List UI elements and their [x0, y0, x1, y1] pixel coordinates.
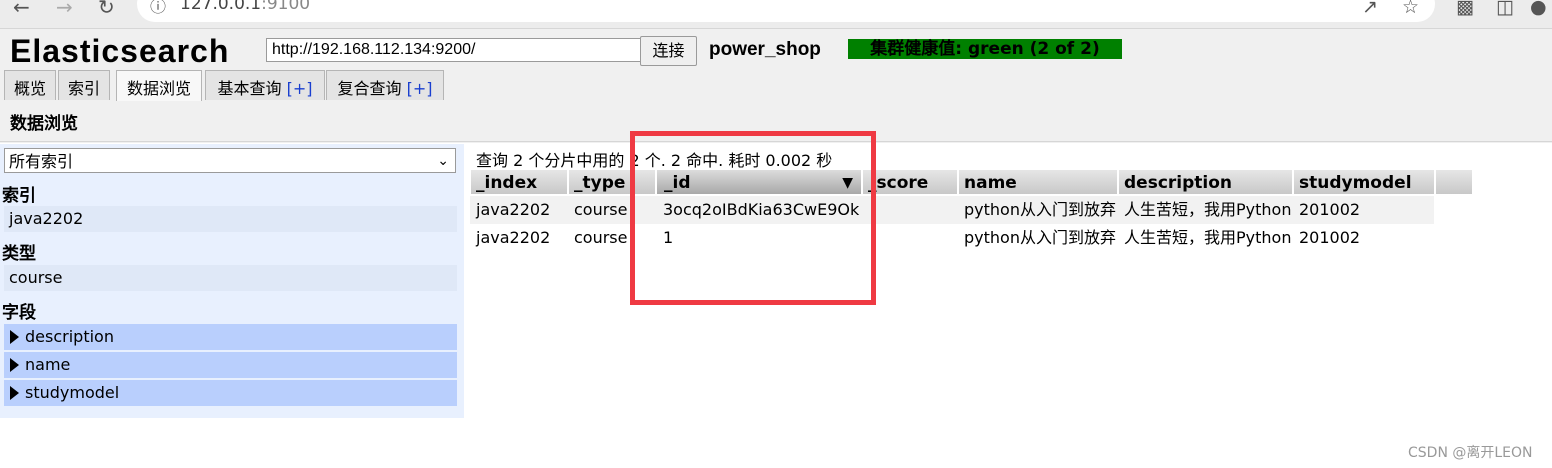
index-filter-item[interactable]: java2202 [4, 206, 457, 232]
connection-url-input[interactable]: http://192.168.112.134:9200/ [266, 38, 641, 62]
tab-indices[interactable]: 索引 [58, 70, 110, 100]
expand-triangle-icon [10, 386, 19, 400]
app-title: Elasticsearch [10, 33, 230, 69]
reload-icon[interactable]: ↻ [98, 0, 115, 20]
cluster-health-badge: 集群健康值: green (2 of 2) [848, 39, 1122, 59]
column-header-score[interactable]: _score [862, 169, 958, 195]
column-header-index[interactable]: _index [470, 169, 568, 195]
expand-triangle-icon [10, 358, 19, 372]
field-heading: 字段 [2, 303, 36, 323]
index-select[interactable]: 所有索引 ⌄ [4, 148, 456, 173]
column-header-description[interactable]: description [1118, 169, 1293, 195]
expand-triangle-icon [10, 330, 19, 344]
tab-basic-query[interactable]: 基本查询 [+] [205, 70, 325, 100]
section-title: 数据浏览 [10, 114, 78, 134]
field-item-name[interactable]: name [4, 352, 457, 378]
address-text[interactable]: 127.0.0.1:9100 [180, 0, 310, 14]
arrow-left-icon[interactable]: ← [13, 0, 30, 20]
connect-button[interactable]: 连接 [640, 36, 697, 66]
side-panel-icon[interactable]: ◫ [1496, 0, 1514, 18]
info-icon[interactable]: ⓘ [150, 0, 166, 20]
column-header-studymodel[interactable]: studymodel [1293, 169, 1435, 195]
column-header-name[interactable]: name [958, 169, 1118, 195]
highlight-annotation-box [630, 131, 876, 305]
index-heading: 索引 [2, 186, 36, 206]
profile-icon[interactable]: ● [1530, 0, 1547, 18]
star-icon[interactable]: ☆ [1402, 0, 1419, 18]
type-heading: 类型 [2, 244, 36, 264]
cluster-name: power_shop [709, 39, 821, 60]
tab-compound-query[interactable]: 复合查询 [+] [326, 70, 444, 100]
tab-overview[interactable]: 概览 [4, 70, 56, 100]
tab-browser[interactable]: 数据浏览 [116, 70, 202, 101]
table-row[interactable]: java2202 course 1 python从入门到放弃 人生苦短，我用Py… [470, 224, 1434, 252]
field-item-studymodel[interactable]: studymodel [4, 380, 457, 406]
watermark: CSDN @离开LEON [1408, 445, 1533, 461]
puzzle-icon[interactable]: ▩ [1456, 0, 1474, 18]
chevron-down-icon: ⌄ [437, 153, 449, 169]
table-row[interactable]: java2202 course 3ocq2oIBdKia63CwE9Ok pyt… [470, 196, 1434, 224]
share-icon[interactable]: ↗ [1362, 0, 1378, 18]
arrow-right-icon[interactable]: → [56, 0, 73, 20]
browser-toolbar: ← → ↻ ⓘ 127.0.0.1:9100 ↗ ☆ ▩ ◫ ● [0, 0, 1552, 29]
type-filter-item[interactable]: course [4, 265, 457, 291]
field-item-description[interactable]: description [4, 324, 457, 350]
column-header-filler [1435, 169, 1473, 195]
address-bar[interactable] [137, 0, 1435, 22]
